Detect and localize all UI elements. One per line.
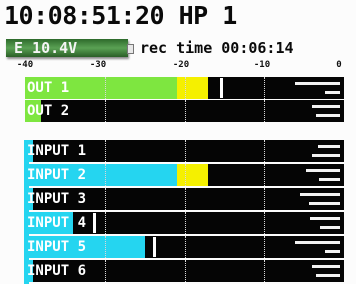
meter-gridline bbox=[105, 164, 106, 186]
battery-voltage: E 10.4V bbox=[14, 39, 78, 57]
meter-gridline bbox=[105, 260, 106, 282]
meter-peak-hold bbox=[153, 237, 156, 257]
battery-icon bbox=[127, 44, 134, 54]
meter-gridline bbox=[185, 188, 186, 210]
recorder-screen: 10:08:51:20 HP 1 E 10.4V rec time 00:06:… bbox=[0, 0, 356, 284]
meter-gridline bbox=[105, 140, 106, 162]
meter-gridline bbox=[264, 188, 265, 210]
meter-label: INPUT 5 bbox=[27, 239, 87, 255]
meter-tick-mark bbox=[325, 91, 340, 94]
meter-gridline bbox=[185, 77, 186, 99]
meter-gridline bbox=[185, 140, 186, 162]
meter-gridline bbox=[264, 212, 265, 234]
meter-tick-mark bbox=[318, 145, 340, 148]
meter-tick-mark bbox=[306, 169, 340, 172]
meter-row: INPUT 4 bbox=[25, 212, 344, 234]
meter-tick-mark bbox=[300, 193, 340, 196]
meter-tick-mark bbox=[312, 154, 340, 157]
meter-gridline bbox=[264, 77, 265, 99]
scale-label: -30 bbox=[89, 60, 107, 70]
meter-tick-mark bbox=[325, 250, 340, 253]
scale-label: -10 bbox=[253, 60, 271, 70]
meter-tick-mark bbox=[312, 105, 340, 108]
meter-peak-hold bbox=[220, 78, 223, 98]
meter-label: INPUT 6 bbox=[27, 263, 87, 279]
timecode-display: 10:08:51:20 HP 1 bbox=[4, 1, 237, 30]
meter-gridline bbox=[185, 100, 186, 122]
battery-indicator: E 10.4V bbox=[6, 39, 134, 57]
meter-label: INPUT 4 bbox=[27, 215, 87, 231]
meter-gridline bbox=[264, 236, 265, 258]
scale-label: 0 bbox=[336, 60, 342, 70]
meter-gridline bbox=[264, 164, 265, 186]
meter-tick-mark bbox=[316, 114, 340, 117]
meter-gridline bbox=[185, 260, 186, 282]
meter-tick-mark bbox=[312, 265, 340, 268]
meter-warning-segment bbox=[177, 164, 208, 186]
meter-gridline bbox=[185, 212, 186, 234]
meter-gridline bbox=[264, 140, 265, 162]
meter-label: INPUT 1 bbox=[27, 143, 87, 159]
meter-tick-mark bbox=[309, 202, 340, 205]
rec-time: rec time 00:06:14 bbox=[140, 39, 294, 57]
meter-warning-segment bbox=[177, 77, 208, 99]
meter-gridline bbox=[105, 236, 106, 258]
meter-gridline bbox=[185, 236, 186, 258]
meter-tick-mark bbox=[310, 217, 340, 220]
meter-gridline bbox=[105, 77, 106, 99]
meter-tick-mark bbox=[316, 274, 340, 277]
meter-gridline bbox=[264, 260, 265, 282]
meter-tick-mark bbox=[319, 178, 340, 181]
meter-gridline bbox=[105, 188, 106, 210]
meter-row: INPUT 5 bbox=[25, 236, 344, 258]
meter-row: INPUT 6 bbox=[25, 260, 344, 282]
scale-label: -20 bbox=[172, 60, 190, 70]
meter-tick-mark bbox=[295, 241, 340, 244]
meter-tick-mark bbox=[320, 226, 340, 229]
meter-gridline bbox=[264, 100, 265, 122]
meter-row: INPUT 3 bbox=[25, 188, 344, 210]
meter-label: INPUT 3 bbox=[27, 191, 87, 207]
meter-gridline bbox=[105, 100, 106, 122]
meter-tick-mark bbox=[295, 82, 340, 85]
meter-peak-hold bbox=[93, 213, 96, 233]
meter-label: OUT 1 bbox=[27, 80, 70, 96]
scale-label: -40 bbox=[16, 60, 34, 70]
meter-row: OUT 2 bbox=[25, 100, 344, 122]
meter-label: OUT 2 bbox=[27, 103, 70, 119]
meter-row: INPUT 1 bbox=[25, 140, 344, 162]
meter-gridline bbox=[185, 164, 186, 186]
meter-gridline bbox=[105, 212, 106, 234]
meter-row: INPUT 2 bbox=[25, 164, 344, 186]
meter-row: OUT 1 bbox=[25, 77, 344, 99]
meter-label: INPUT 2 bbox=[27, 167, 87, 183]
